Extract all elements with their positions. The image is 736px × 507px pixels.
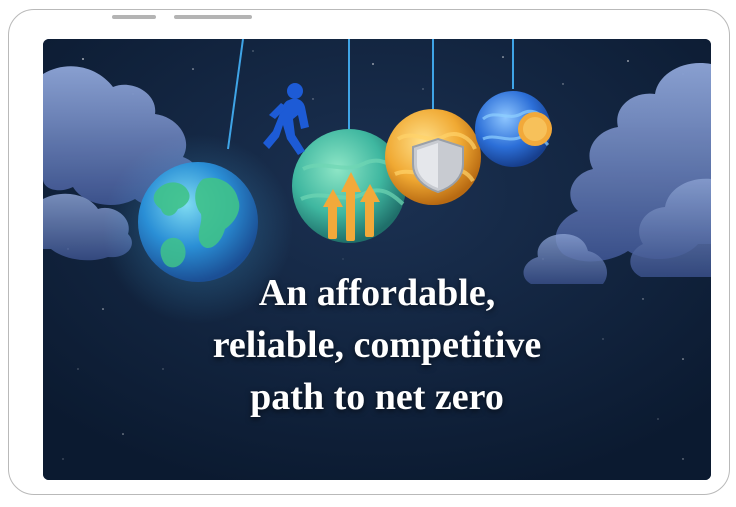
power-button: [174, 15, 252, 19]
headline-line-1: An affordable,: [258, 272, 496, 314]
volume-button: [112, 15, 156, 19]
earth-sphere: [138, 162, 258, 282]
hero-headline: An affordable, reliable, competitive pat…: [43, 267, 711, 423]
headline-line-2: reliable, competitive: [212, 324, 542, 366]
coin-icon: [518, 112, 552, 146]
security-sphere: [385, 109, 481, 205]
headline-line-3: path to net zero: [250, 376, 504, 418]
hero-banner: An affordable, reliable, competitive pat…: [43, 39, 711, 480]
